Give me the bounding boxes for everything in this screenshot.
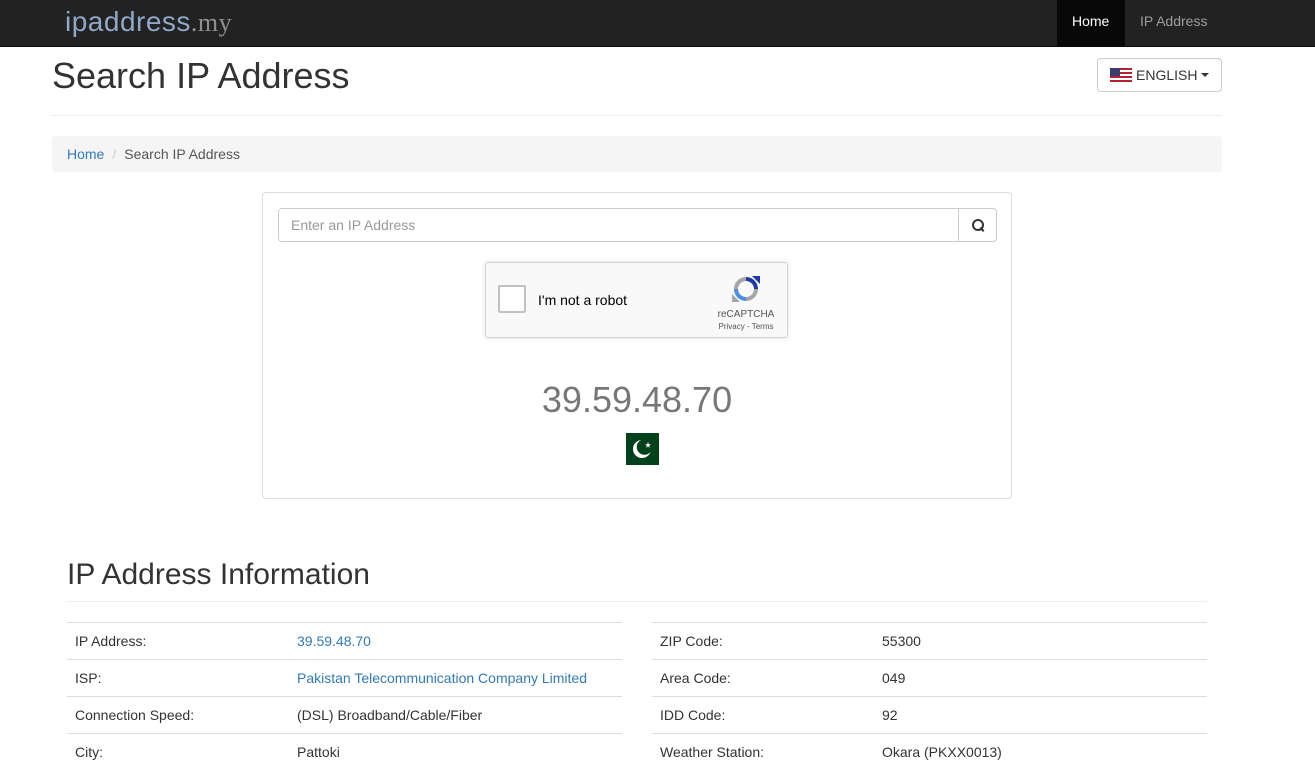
- row-value: Pakistan Telecommunication Company Limit…: [289, 659, 622, 697]
- search-button[interactable]: [958, 208, 997, 242]
- recaptcha-brand: reCAPTCHA: [717, 309, 775, 320]
- language-dropdown-button[interactable]: ENGLISH: [1097, 58, 1222, 92]
- header-divider: [52, 115, 1222, 116]
- row-label: ZIP Code:: [652, 622, 874, 660]
- row-label: City:: [67, 733, 289, 763]
- breadcrumb-home-link[interactable]: Home: [67, 146, 104, 162]
- info-section-title: IP Address Information: [67, 558, 370, 591]
- us-flag-icon: [1110, 68, 1132, 82]
- table-row: Connection Speed: (DSL) Broadband/Cable/…: [67, 696, 622, 734]
- table-row: City: Pattoki: [67, 733, 622, 763]
- brand-name: ipaddress: [65, 6, 191, 37]
- breadcrumb-current: Search IP Address: [124, 146, 240, 162]
- ip-search-input[interactable]: [278, 208, 959, 242]
- row-label: IP Address:: [67, 622, 289, 660]
- info-table-left: IP Address: 39.59.48.70 ISP: Pakistan Te…: [67, 622, 622, 763]
- breadcrumb: Home / Search IP Address: [52, 136, 1222, 172]
- page-title: Search IP Address: [52, 55, 350, 96]
- row-label: Connection Speed:: [67, 696, 289, 734]
- site-logo[interactable]: ipaddress.my: [65, 6, 232, 38]
- search-panel: I'm not a robot reCAPTCHA Privacy - Term…: [262, 192, 1012, 499]
- nav-home-link[interactable]: Home: [1057, 0, 1125, 46]
- row-value: 39.59.48.70: [289, 622, 622, 660]
- row-label: ISP:: [67, 659, 289, 697]
- row-value: Okara (PKXX0013): [874, 733, 1207, 763]
- row-value: 049: [874, 659, 1207, 697]
- search-icon: [971, 219, 984, 231]
- table-row: Weather Station: Okara (PKXX0013): [652, 733, 1207, 763]
- row-label: Area Code:: [652, 659, 874, 697]
- table-row: ZIP Code: 55300: [652, 622, 1207, 660]
- result-ip-address: 39.59.48.70: [541, 379, 733, 420]
- table-row: ISP: Pakistan Telecommunication Company …: [67, 659, 622, 697]
- brand-tld: .my: [190, 8, 233, 37]
- ip-address-link[interactable]: 39.59.48.70: [297, 633, 371, 649]
- row-value: Pattoki: [289, 733, 622, 763]
- info-divider: [67, 601, 1207, 602]
- recaptcha-widget: I'm not a robot reCAPTCHA Privacy - Term…: [485, 262, 788, 338]
- row-value: 55300: [874, 622, 1207, 660]
- top-navbar: ipaddress.my Home IP Address: [0, 0, 1315, 47]
- recaptcha-label: I'm not a robot: [538, 292, 628, 308]
- info-table-right: ZIP Code: 55300 Area Code: 049 IDD Code:…: [652, 622, 1207, 763]
- table-row: Area Code: 049: [652, 659, 1207, 697]
- table-row: IP Address: 39.59.48.70: [67, 622, 622, 660]
- caret-down-icon: [1201, 73, 1210, 77]
- breadcrumb-separator: /: [112, 146, 117, 162]
- pakistan-flag-icon: [623, 433, 659, 465]
- isp-link[interactable]: Pakistan Telecommunication Company Limit…: [297, 670, 587, 686]
- recaptcha-checkbox[interactable]: [498, 285, 526, 313]
- nav-ip-address-link[interactable]: IP Address: [1125, 0, 1222, 46]
- row-label: IDD Code:: [652, 696, 874, 734]
- row-value: (DSL) Broadband/Cable/Fiber: [289, 696, 622, 734]
- language-label: ENGLISH: [1136, 67, 1198, 83]
- row-value: 92: [874, 696, 1207, 734]
- row-label: Weather Station:: [652, 733, 874, 763]
- table-row: IDD Code: 92: [652, 696, 1207, 734]
- recaptcha-privacy-terms[interactable]: Privacy - Terms: [706, 322, 786, 331]
- recaptcha-logo-icon: [732, 276, 760, 302]
